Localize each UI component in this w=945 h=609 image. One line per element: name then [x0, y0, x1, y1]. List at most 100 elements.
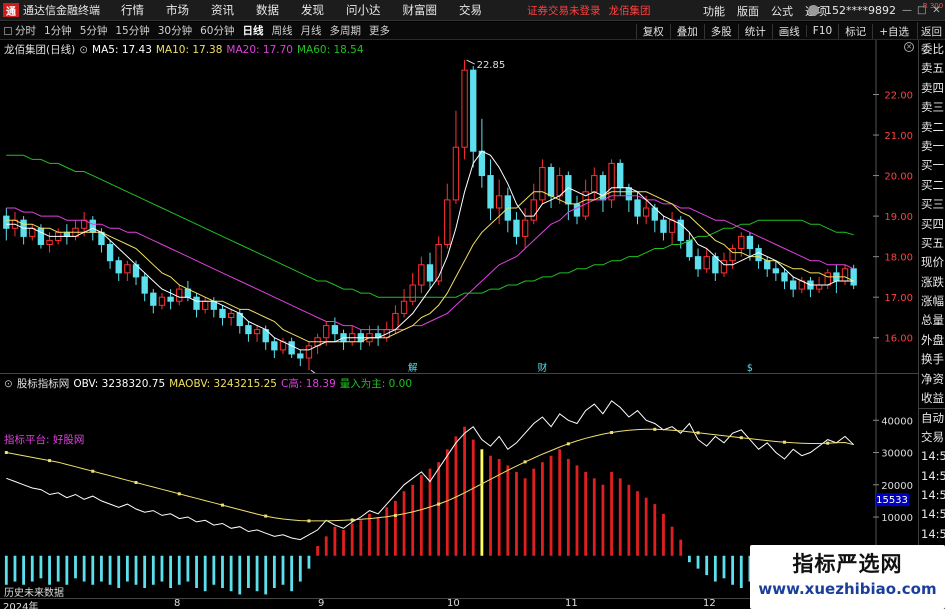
- user-id[interactable]: 152****9892: [825, 4, 896, 17]
- volume-bar: [30, 555, 34, 582]
- candle-body: [668, 219, 676, 233]
- side-item[interactable]: 买二: [919, 176, 945, 195]
- period-daily[interactable]: 日线: [243, 23, 264, 38]
- candle-body: [686, 239, 693, 258]
- period-15min[interactable]: 15分钟: [115, 23, 149, 38]
- volume-bar: [471, 439, 475, 556]
- candle-body: [487, 175, 494, 209]
- side-item[interactable]: 卖二: [919, 118, 945, 137]
- menu-item-shuju[interactable]: 数据: [256, 2, 279, 18]
- volume-bar: [324, 536, 328, 556]
- side-item[interactable]: 换手: [919, 350, 945, 369]
- minimize-icon[interactable]: —: [902, 5, 912, 16]
- kline-panel[interactable]: 22.00 21.00 20.00 19.00 18.00 17.00 16.00 22.85…: [0, 40, 918, 385]
- volume-bar: [558, 449, 562, 556]
- side-item[interactable]: 收益: [919, 389, 945, 408]
- menu-item-jiaoyi[interactable]: 交易: [459, 2, 482, 18]
- volume-bar: [117, 555, 121, 588]
- volume-bar: [376, 517, 380, 556]
- volume-bar: [151, 555, 155, 585]
- side-item[interactable]: 总量: [919, 311, 945, 330]
- kline-chart[interactable]: 22.00 21.00 20.00 19.00 18.00 17.00 16.00 22.85…: [0, 40, 918, 385]
- settings-icon[interactable]: ⊙: [4, 378, 13, 390]
- panel-close-icon[interactable]: ✕: [904, 42, 914, 52]
- side-item[interactable]: 买五: [919, 234, 945, 253]
- side-item[interactable]: 涨幅: [919, 292, 945, 311]
- side-item[interactable]: 交易: [919, 428, 945, 447]
- volume-bar: [247, 555, 250, 588]
- side-item[interactable]: 买一: [919, 156, 945, 175]
- period-monthly[interactable]: 月线: [301, 23, 322, 38]
- side-item[interactable]: 自动: [919, 408, 945, 427]
- candle-body: [521, 219, 529, 237]
- btn-zixuan[interactable]: +自选: [872, 23, 915, 39]
- menu-item-faxian[interactable]: 发现: [301, 2, 324, 18]
- maobv-dot: [264, 514, 268, 518]
- volume-bar: [281, 555, 285, 585]
- toolbar-checkbox-icon[interactable]: [4, 26, 12, 35]
- side-item[interactable]: 净资: [919, 370, 945, 389]
- maobv-dot: [437, 502, 441, 506]
- menu-item-caifuquan[interactable]: 财富圈: [403, 2, 438, 18]
- volume-bar: [238, 555, 242, 595]
- maobv-dot: [826, 441, 830, 445]
- side-item[interactable]: 14:56: [919, 486, 945, 505]
- side-item[interactable]: 买四: [919, 215, 945, 234]
- volume-bar: [662, 513, 665, 556]
- btn-biaoji[interactable]: 标记: [838, 23, 872, 39]
- volume-bar: [618, 478, 622, 556]
- side-item[interactable]: 现价: [919, 253, 945, 272]
- period-more[interactable]: 更多: [369, 23, 390, 38]
- menu-item-hangqing[interactable]: 行情: [121, 2, 144, 18]
- btn-huaxian[interactable]: 画线: [771, 23, 806, 39]
- period-multi[interactable]: 多周期: [330, 23, 362, 38]
- period-1min[interactable]: 1分钟: [44, 23, 72, 38]
- btn-fuquan[interactable]: 复权: [635, 23, 670, 39]
- side-item[interactable]: 卖四: [919, 79, 945, 98]
- period-weekly[interactable]: 周线: [272, 23, 293, 38]
- btn-fanhui[interactable]: 返回: [917, 22, 945, 40]
- period-60min[interactable]: 60分钟: [200, 23, 234, 38]
- side-item[interactable]: 涨跌: [919, 273, 945, 292]
- side-item[interactable]: 14:56: [919, 447, 945, 466]
- side-item[interactable]: 买三: [919, 195, 945, 214]
- period-30min[interactable]: 30分钟: [158, 23, 192, 38]
- candle-body: [124, 264, 131, 274]
- period-fenshi[interactable]: 分时: [15, 23, 36, 38]
- btn-duogu[interactable]: 多股: [703, 23, 738, 39]
- volume-bar: [731, 555, 735, 585]
- side-item[interactable]: 卖一: [919, 137, 945, 156]
- candle-body: [513, 219, 520, 237]
- btn-diejia[interactable]: 叠加: [669, 23, 704, 39]
- menu-item-shichang[interactable]: 市场: [166, 2, 189, 18]
- date-label: 11: [565, 598, 578, 609]
- settings-icon[interactable]: ⊙: [79, 44, 88, 56]
- menu-item-banmian[interactable]: 版面: [737, 3, 759, 19]
- broker-login-status[interactable]: 证券交易未登录: [527, 3, 601, 18]
- side-item[interactable]: 委比: [919, 40, 945, 59]
- menu-item-zixun[interactable]: 资讯: [211, 2, 234, 18]
- candle-body: [89, 219, 96, 233]
- side-item[interactable]: 14:56: [919, 467, 945, 486]
- btn-f10[interactable]: F10: [805, 25, 838, 37]
- user-avatar-icon[interactable]: [808, 5, 819, 16]
- period-5min[interactable]: 5分钟: [80, 23, 108, 38]
- event-marker: 解: [408, 362, 418, 373]
- candle-body: [253, 329, 261, 335]
- volume-bar: [368, 513, 371, 556]
- side-item[interactable]: 外盘: [919, 331, 945, 350]
- current-stock-name: 龙佰集团: [608, 4, 651, 17]
- side-item[interactable]: 卖五: [919, 59, 945, 78]
- side-item[interactable]: 14:56: [919, 525, 945, 544]
- volume-bar: [722, 555, 726, 579]
- btn-tongji[interactable]: 统计: [737, 23, 772, 39]
- volume-bar: [307, 555, 311, 569]
- maobv-dot: [134, 481, 138, 485]
- menu-item-gongshi[interactable]: 公式: [771, 3, 793, 19]
- menu-item-gongneng[interactable]: 功能: [703, 3, 725, 19]
- side-item[interactable]: 卖三: [919, 98, 945, 117]
- side-item[interactable]: 14:56: [919, 505, 945, 524]
- high-price-label: 22.85: [477, 60, 506, 71]
- menu-item-wenxiaoda[interactable]: 问小达: [346, 2, 381, 18]
- candle-body: [660, 219, 667, 233]
